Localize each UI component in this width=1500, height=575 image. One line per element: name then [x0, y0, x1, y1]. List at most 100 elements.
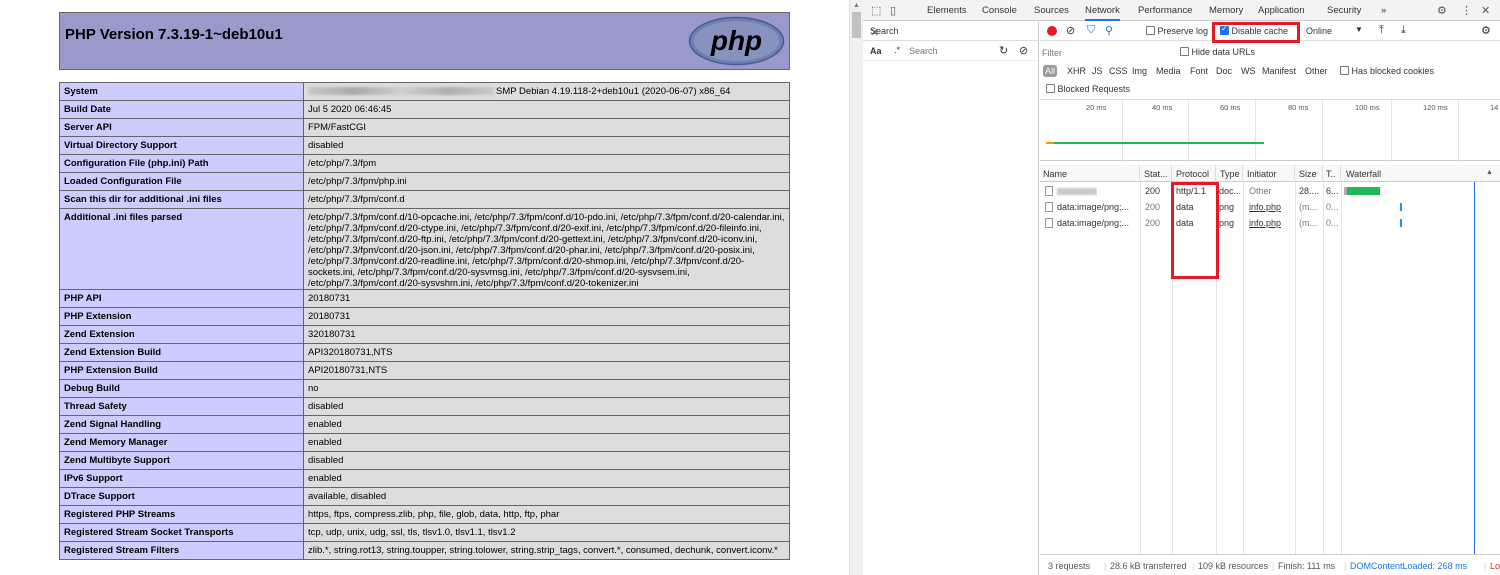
info-key: Build Date	[59, 100, 304, 119]
network-overview-timeline[interactable]: 20 ms 40 ms 60 ms 80 ms 100 ms 120 ms 14	[1040, 99, 1500, 162]
php-header: PHP Version 7.3.19-1~deb10u1 php	[59, 12, 790, 70]
type-filter-css[interactable]: CSS	[1109, 66, 1128, 76]
hide-data-urls-check-icon[interactable]	[1180, 47, 1189, 56]
column-waterfall[interactable]: Waterfall	[1341, 165, 1500, 182]
table-row: Additional .ini files parsed/etc/php/7.3…	[59, 208, 790, 290]
tab-security[interactable]: Security	[1327, 5, 1361, 16]
blocked-requests-checkbox[interactable]: Blocked Requests	[1046, 84, 1130, 94]
blocked-requests-row: Blocked Requests	[1040, 82, 1500, 98]
image-icon	[1045, 202, 1053, 212]
info-value: FPM/FastCGI	[303, 118, 790, 137]
column-status[interactable]: Stat...	[1140, 165, 1172, 182]
table-row: PHP Extension Build API20180731,NTS	[59, 361, 790, 380]
request-initiator-link[interactable]: info.php	[1249, 202, 1281, 212]
table-row: System SMP Debian 4.19.118-2+deb10u1 (202…	[59, 82, 790, 101]
tab-network[interactable]: Network	[1085, 5, 1120, 21]
info-value: Jul 5 2020 06:46:45	[303, 100, 790, 119]
close-devtools-icon[interactable]: ✕	[1481, 4, 1490, 17]
request-size: (m...	[1299, 202, 1317, 212]
clear-log-icon[interactable]: ⊘	[1066, 24, 1075, 37]
info-value: 320180731	[303, 325, 790, 344]
type-filter-other[interactable]: Other	[1305, 66, 1328, 76]
timeline-tick: 80 ms	[1288, 103, 1309, 112]
search-icon[interactable]: ⚲	[1105, 24, 1113, 37]
blocked-requests-check-icon[interactable]	[1046, 84, 1055, 93]
sort-ascending-icon[interactable]: ▲	[1486, 169, 1493, 176]
request-type: png	[1219, 218, 1235, 228]
record-icon[interactable]	[1047, 26, 1057, 36]
waterfall-wait-bar	[1344, 187, 1347, 195]
settings-gear-icon[interactable]: ⚙	[1437, 4, 1447, 17]
type-filter-manifest[interactable]: Manifest	[1262, 66, 1296, 76]
php-info-table: System SMP Debian 4.19.118-2+deb10u1 (202…	[59, 82, 790, 560]
info-key: Debug Build	[59, 379, 304, 398]
tab-elements[interactable]: Elements	[927, 5, 967, 16]
has-blocked-cookies-check-icon[interactable]	[1340, 66, 1349, 75]
inspect-element-icon[interactable]: ⬚	[871, 4, 881, 17]
column-size[interactable]: Size	[1295, 165, 1323, 182]
export-har-icon[interactable]: ⤓	[1401, 24, 1406, 37]
column-name[interactable]: Name	[1040, 165, 1140, 182]
request-initiator-link[interactable]: info.php	[1249, 218, 1281, 228]
match-case-button[interactable]: Aa	[870, 46, 882, 56]
preserve-log-check-icon[interactable]	[1146, 26, 1155, 35]
type-filter-all[interactable]: All	[1043, 65, 1058, 77]
page-scrollbar[interactable]: ▲	[849, 0, 863, 575]
info-value: disabled	[303, 397, 790, 416]
more-tabs-button[interactable]: »	[1381, 5, 1386, 16]
info-key: PHP Extension Build	[59, 361, 304, 380]
tab-console[interactable]: Console	[982, 5, 1017, 16]
filter-icon[interactable]: ⛉	[1087, 24, 1095, 37]
info-key: Additional .ini files parsed	[59, 208, 304, 290]
request-size: 28....	[1299, 186, 1320, 196]
type-filter-font[interactable]: Font	[1190, 66, 1208, 76]
kebab-menu-icon[interactable]: ⋮	[1461, 4, 1472, 17]
column-protocol[interactable]: Protocol	[1172, 165, 1216, 182]
status-requests: 3 requests	[1048, 561, 1091, 571]
type-filter-img[interactable]: Img	[1132, 66, 1147, 76]
tab-performance[interactable]: Performance	[1138, 5, 1192, 16]
import-har-icon[interactable]: ⤒	[1379, 24, 1384, 37]
table-row[interactable]: data:image/png;... 200 data png info.php…	[1040, 215, 1500, 231]
device-toolbar-icon[interactable]: ▯	[890, 4, 896, 17]
type-filter-media[interactable]: Media	[1156, 66, 1181, 76]
column-initiator[interactable]: Initiator	[1243, 165, 1295, 182]
throttling-select[interactable]: Online	[1306, 26, 1332, 36]
tab-sources[interactable]: Sources	[1034, 5, 1069, 16]
refresh-icon[interactable]: ↻	[999, 44, 1008, 57]
table-row: Registered PHP Streams https, ftps, compr…	[59, 505, 790, 524]
filter-input[interactable]	[1042, 46, 1167, 60]
scroll-up-icon[interactable]: ▲	[853, 2, 860, 9]
table-row: Zend Extension 320180731	[59, 325, 790, 344]
info-value: available, disabled	[303, 487, 790, 506]
search-pane-header: Search ✕	[863, 22, 1038, 41]
table-row[interactable]: data:image/png;... 200 data png info.php…	[1040, 199, 1500, 215]
preserve-log-checkbox[interactable]: Preserve log	[1146, 26, 1208, 36]
type-filter-xhr[interactable]: XHR	[1067, 66, 1086, 76]
tab-application[interactable]: Application	[1258, 5, 1304, 16]
info-value: /etc/php/7.3/fpm/conf.d/10-opcache.ini, …	[303, 208, 790, 290]
has-blocked-cookies-checkbox[interactable]: Has blocked cookies	[1340, 66, 1434, 76]
column-type[interactable]: Type	[1216, 165, 1243, 182]
close-search-icon[interactable]: ✕	[870, 26, 1033, 39]
scrollbar-thumb[interactable]	[852, 12, 861, 38]
type-filter-doc[interactable]: Doc	[1216, 66, 1232, 76]
search-pane: Search ✕ Aa .* ↻ ⊘	[863, 22, 1039, 575]
type-filter-js[interactable]: JS	[1092, 66, 1103, 76]
blocked-requests-label: Blocked Requests	[1057, 84, 1131, 94]
search-input[interactable]	[909, 44, 989, 58]
column-time[interactable]: T..	[1323, 165, 1341, 182]
clear-icon[interactable]: ⊘	[1019, 44, 1028, 57]
info-value: disabled	[303, 136, 790, 155]
regex-button[interactable]: .*	[894, 45, 900, 55]
chevron-down-icon[interactable]: ▼	[1355, 25, 1363, 34]
table-row[interactable]: 200 http/1.1 doc... Other 28.... 6...	[1040, 183, 1500, 199]
tab-memory[interactable]: Memory	[1209, 5, 1243, 16]
info-key: Zend Multibyte Support	[59, 451, 304, 470]
hide-data-urls-checkbox[interactable]: Hide data URLs	[1180, 47, 1255, 57]
info-value: no	[303, 379, 790, 398]
network-settings-icon[interactable]: ⚙	[1481, 24, 1491, 37]
type-filter-ws[interactable]: WS	[1241, 66, 1256, 76]
devtools-tabbar: ⬚ ▯ Elements Console Sources Network Per…	[863, 0, 1500, 21]
info-value: enabled	[303, 415, 790, 434]
